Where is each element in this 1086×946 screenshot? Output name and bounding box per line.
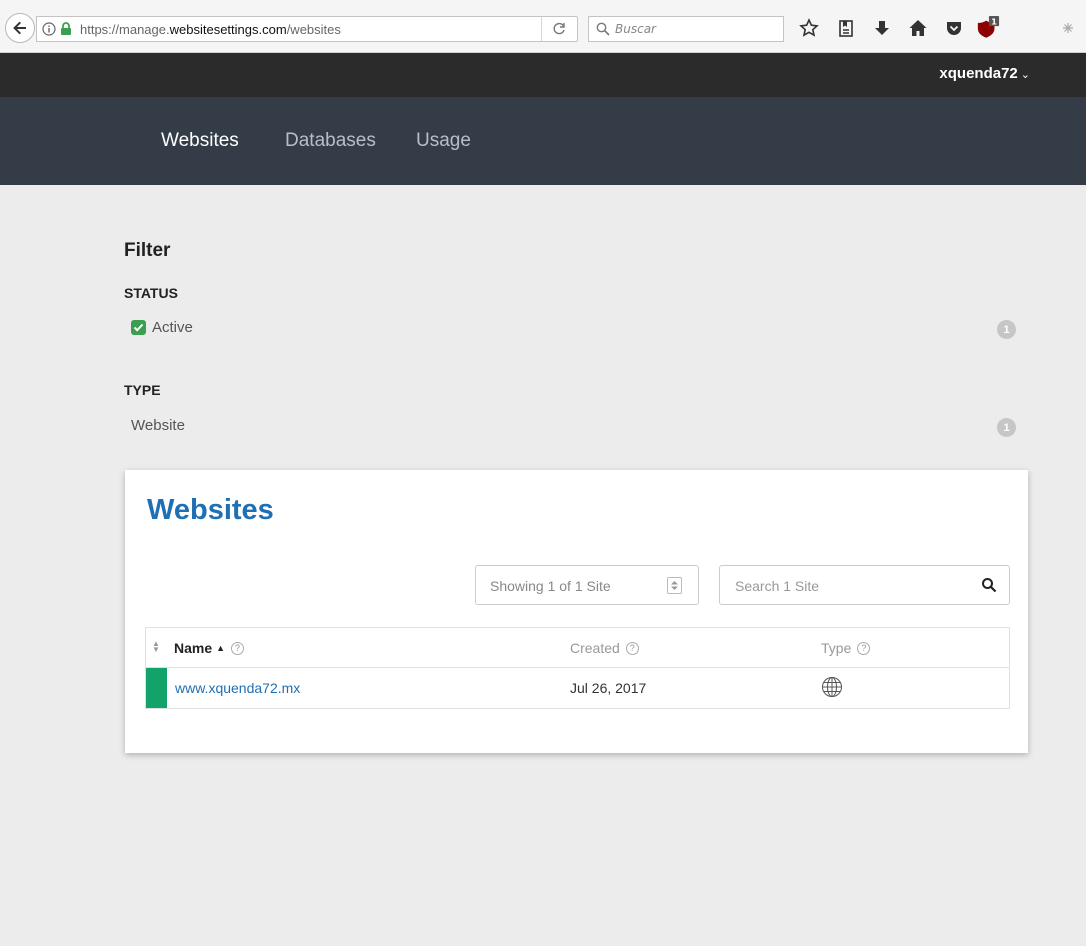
search-icon bbox=[596, 22, 610, 36]
star-icon[interactable] bbox=[797, 16, 821, 40]
column-header-type[interactable]: Type ? bbox=[821, 640, 871, 656]
ublock-badge: 1 bbox=[991, 16, 997, 26]
chevron-down-icon: ⌄ bbox=[1020, 69, 1030, 81]
filter-type-label: TYPE bbox=[124, 382, 161, 398]
filter-title: Filter bbox=[124, 240, 171, 261]
browser-toolbar: https://manage.websitesettings.com/websi… bbox=[0, 0, 1086, 53]
filter-website-label: Website bbox=[131, 417, 185, 434]
browser-search-field[interactable]: Buscar bbox=[588, 16, 784, 42]
reading-list-icon[interactable] bbox=[834, 16, 858, 40]
column-type-label: Type bbox=[821, 640, 852, 656]
download-icon[interactable] bbox=[870, 16, 894, 40]
ublock-origin-icon[interactable]: 1 bbox=[976, 16, 1000, 40]
globe-icon bbox=[821, 676, 843, 701]
sort-icon[interactable]: ▲ ▼ bbox=[152, 640, 160, 654]
filter-active-option[interactable]: Active bbox=[131, 319, 193, 336]
app-top-bar: xquenda72 ⌄ bbox=[0, 53, 1086, 97]
back-button[interactable] bbox=[5, 13, 35, 43]
column-header-name[interactable]: Name ▲ ? bbox=[174, 640, 245, 656]
websites-title: Websites bbox=[147, 494, 274, 526]
url-path: /websites bbox=[286, 21, 341, 37]
nav-websites[interactable]: Websites bbox=[161, 130, 239, 152]
filter-website-option[interactable]: Website bbox=[131, 417, 185, 434]
websites-table: ▲ ▼ Name ▲ ? Created ? Type ? www.xquenda… bbox=[145, 627, 1010, 709]
filter-active-label: Active bbox=[152, 319, 193, 336]
column-name-label: Name bbox=[174, 640, 213, 656]
url-divider bbox=[541, 17, 542, 41]
column-created-label: Created bbox=[570, 640, 620, 656]
url-domain: websitesettings.com bbox=[169, 21, 287, 37]
filter-active-count: 1 bbox=[997, 320, 1016, 339]
checkbox-checked-icon[interactable] bbox=[131, 320, 146, 335]
home-icon[interactable] bbox=[906, 16, 930, 40]
nav-databases[interactable]: Databases bbox=[285, 130, 376, 152]
website-created-date: Jul 26, 2017 bbox=[570, 680, 647, 696]
status-indicator bbox=[146, 668, 167, 708]
user-menu[interactable]: xquenda72 ⌄ bbox=[939, 65, 1030, 82]
help-icon[interactable]: ? bbox=[231, 641, 245, 655]
website-name-link[interactable]: www.xquenda72.mx bbox=[175, 680, 300, 696]
sort-ascending-icon: ▲ bbox=[216, 643, 226, 653]
browser-search-placeholder: Buscar bbox=[615, 22, 656, 36]
help-icon[interactable]: ? bbox=[625, 641, 639, 655]
filter-website-count: 1 bbox=[997, 418, 1016, 437]
reload-icon[interactable] bbox=[551, 21, 567, 37]
table-row[interactable]: www.xquenda72.mx Jul 26, 2017 bbox=[146, 668, 1009, 708]
url-text: https://manage.websitesettings.com/websi… bbox=[80, 22, 341, 37]
table-header-row: ▲ ▼ Name ▲ ? Created ? Type ? bbox=[146, 628, 1009, 668]
arrow-left-icon bbox=[13, 21, 26, 35]
main-nav: Websites Databases Usage bbox=[0, 97, 1086, 185]
nav-usage[interactable]: Usage bbox=[416, 130, 471, 152]
address-bar[interactable]: https://manage.websitesettings.com/websi… bbox=[36, 16, 578, 42]
websites-card: Websites Showing 1 of 1 Site Search 1 Si… bbox=[125, 470, 1028, 753]
lock-icon bbox=[61, 22, 71, 35]
extension-icon[interactable] bbox=[1056, 16, 1080, 40]
stepper-arrows-icon[interactable] bbox=[667, 577, 682, 594]
search-icon[interactable] bbox=[981, 577, 997, 593]
username-label: xquenda72 bbox=[939, 65, 1018, 82]
column-header-created[interactable]: Created ? bbox=[570, 640, 639, 656]
help-icon[interactable]: ? bbox=[857, 641, 871, 655]
url-prefix: https://manage. bbox=[80, 21, 170, 37]
page-size-select[interactable]: Showing 1 of 1 Site bbox=[475, 565, 699, 605]
showing-count-label: Showing 1 of 1 Site bbox=[490, 578, 611, 594]
filter-status-label: STATUS bbox=[124, 285, 178, 301]
site-search-placeholder: Search 1 Site bbox=[735, 578, 820, 594]
site-search-input[interactable]: Search 1 Site bbox=[719, 565, 1010, 605]
pocket-icon[interactable] bbox=[942, 16, 966, 40]
info-icon[interactable] bbox=[42, 22, 56, 36]
